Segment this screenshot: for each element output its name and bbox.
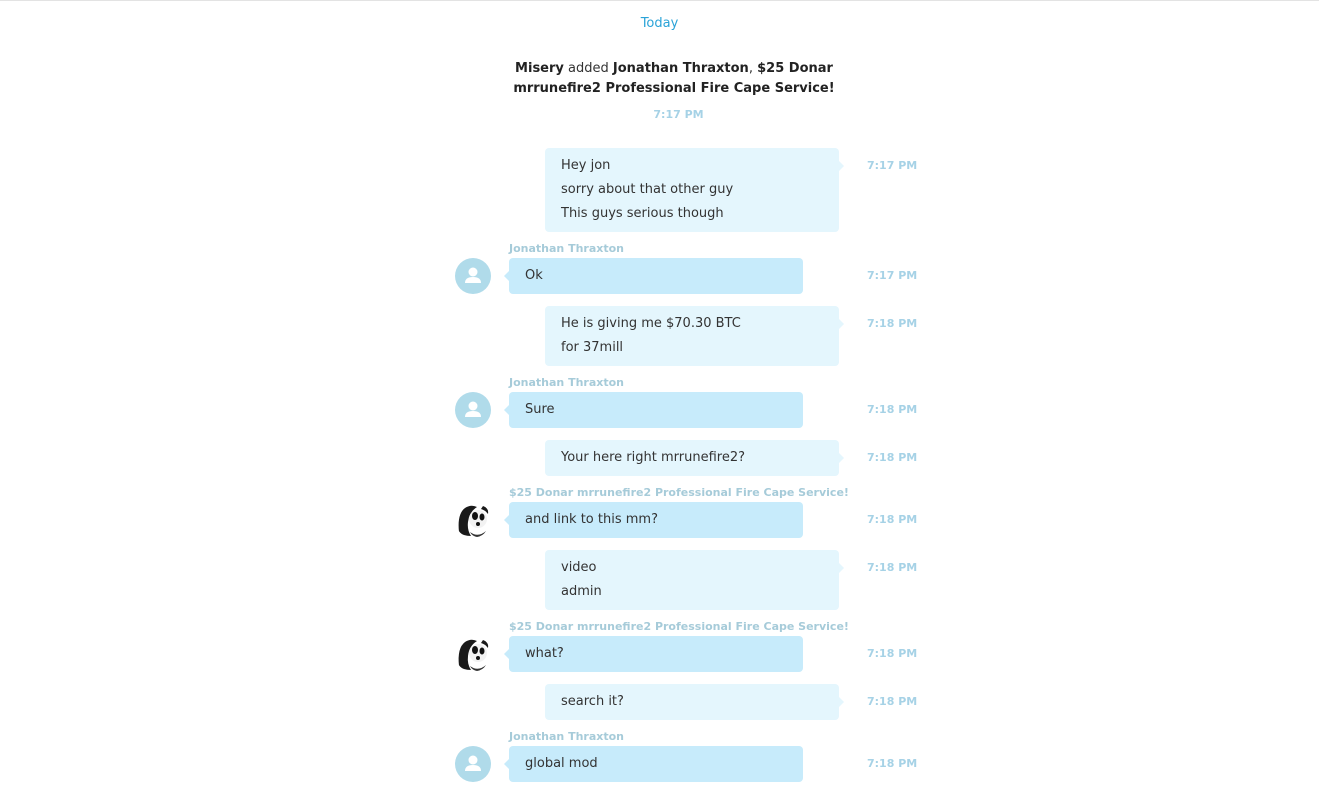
panda-avatar[interactable] [455, 636, 491, 672]
system-message: Misery added Jonathan Thraxton, $25 Dona… [509, 59, 839, 99]
message-time: 7:18 PM [867, 513, 918, 526]
message-text: This guys serious though [561, 206, 724, 221]
panda-avatar[interactable] [455, 502, 491, 538]
message-bubble[interactable]: search it? [545, 684, 844, 720]
message-text: what? [525, 646, 564, 661]
message-text: Sure [525, 402, 555, 417]
message-bubble[interactable]: Your here right mrrunefire2? [545, 440, 844, 476]
message-time: 7:17 PM [867, 269, 918, 282]
message-time: 7:18 PM [867, 451, 918, 464]
message-text: Ok [525, 268, 543, 283]
message-text: for 37mill [561, 340, 624, 355]
date-divider: Today [640, 16, 679, 31]
top-divider [0, 0, 1319, 1]
message-text: video [561, 560, 597, 575]
sender-name[interactable]: Jonathan Thraxton [509, 376, 624, 389]
sender-name[interactable]: Jonathan Thraxton [509, 242, 624, 255]
message-text: search it? [561, 694, 624, 709]
message-bubble[interactable]: Ok [504, 258, 803, 294]
message-time: 7:18 PM [867, 695, 918, 708]
message-bubble[interactable]: Sure [504, 392, 803, 428]
sender-name[interactable]: Jonathan Thraxton [509, 730, 624, 743]
message-time: 7:17 PM [867, 159, 918, 172]
message-bubble[interactable]: what? [504, 636, 803, 672]
default-user-icon[interactable] [455, 258, 491, 294]
message-time: 7:18 PM [867, 317, 918, 330]
message-text: Hey jon [561, 158, 611, 173]
message-text: Your here right mrrunefire2? [561, 450, 746, 465]
message-text: He is giving me $70.30 BTC [561, 316, 741, 331]
message-bubble[interactable]: and link to this mm? [504, 502, 803, 538]
message-bubble[interactable]: global mod [504, 746, 803, 782]
message-time: 7:18 PM [867, 647, 918, 660]
message-bubble[interactable]: video admin [545, 550, 844, 610]
message-text: admin [561, 584, 602, 599]
message-bubble[interactable]: He is giving me $70.30 BTC for 37mill [545, 306, 844, 366]
system-message-time: 7:17 PM [653, 108, 704, 121]
system-verb: added [568, 61, 609, 76]
message-bubble[interactable]: Hey jon sorry about that other guy This gu… [545, 148, 844, 232]
message-text: sorry about that other guy [561, 182, 734, 197]
message-text: and link to this mm? [525, 512, 658, 527]
message-time: 7:18 PM [867, 403, 918, 416]
system-separator: , [748, 61, 753, 76]
message-time: 7:18 PM [867, 757, 918, 770]
sender-name[interactable]: $25 Donar mrrunefire2 Professional Fire … [509, 486, 849, 499]
default-user-icon[interactable] [455, 746, 491, 782]
system-target-1: Jonathan Thraxton [612, 61, 749, 76]
sender-name[interactable]: $25 Donar mrrunefire2 Professional Fire … [509, 620, 849, 633]
message-text: global mod [525, 756, 598, 771]
system-actor: Misery [515, 61, 564, 76]
message-time: 7:18 PM [867, 561, 918, 574]
default-user-icon[interactable] [455, 392, 491, 428]
